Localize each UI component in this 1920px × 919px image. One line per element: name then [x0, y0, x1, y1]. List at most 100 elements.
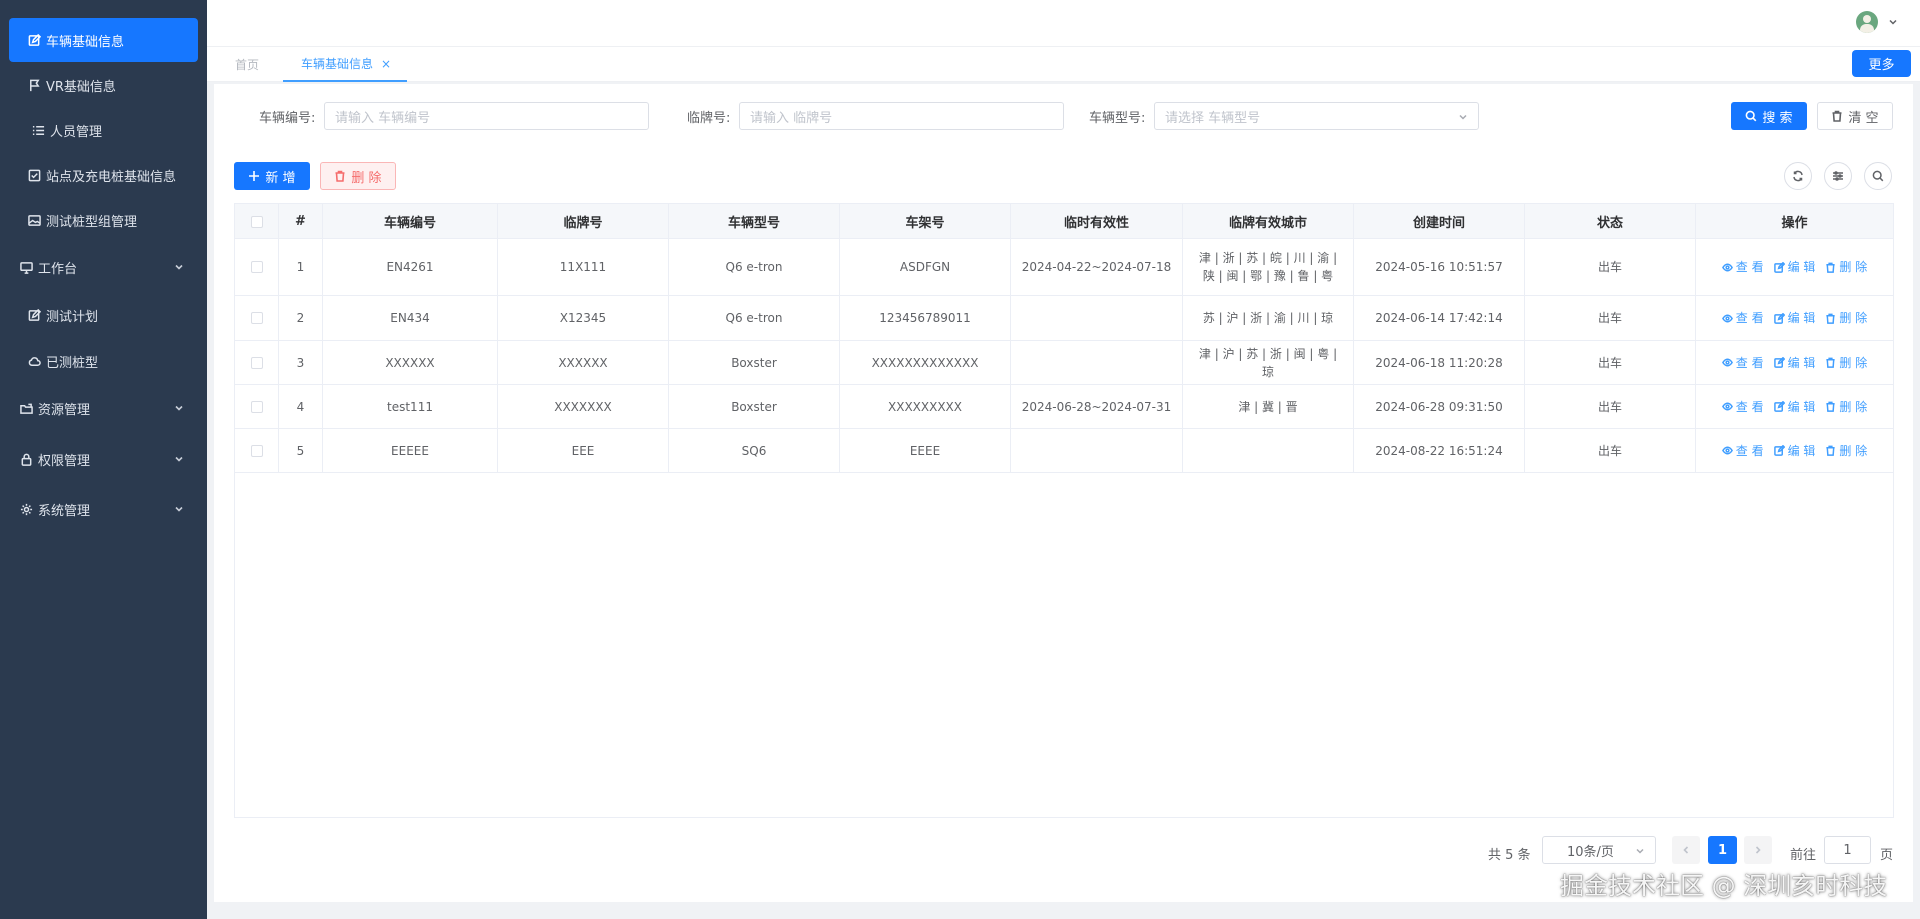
row-select-cell: [235, 385, 279, 428]
view-link[interactable]: 查 看: [1721, 354, 1764, 372]
delete-link[interactable]: 删 除: [1825, 354, 1867, 372]
user-avatar[interactable]: [1856, 11, 1878, 33]
sidebar-item-permissions[interactable]: 权限管理: [9, 437, 198, 481]
toggle-search-button[interactable]: [1864, 162, 1892, 190]
delete-link[interactable]: 删 除: [1825, 398, 1867, 416]
eye-icon: [1721, 446, 1733, 455]
view-link[interactable]: 查 看: [1721, 309, 1764, 327]
checkbox-icon: [26, 167, 42, 183]
cell-created: 2024-06-28 09:31:50: [1354, 385, 1525, 428]
sidebar-item-stations[interactable]: 站点及充电桩基础信息: [9, 153, 198, 197]
vehicle-no-input[interactable]: 请输入 车辆编号: [324, 102, 649, 130]
col-validity: 临时有效性: [1011, 204, 1183, 239]
delete-label: 删 除: [1839, 260, 1868, 274]
column-settings-button[interactable]: [1824, 162, 1852, 190]
prev-page-button[interactable]: [1672, 836, 1700, 864]
cell-created: 2024-05-16 10:51:57: [1354, 239, 1525, 295]
view-link[interactable]: 查 看: [1721, 258, 1764, 276]
table-row: 4 test111 XXXXXXX Boxster XXXXXXXXX 2024…: [235, 385, 1893, 429]
model-placeholder: 请选择 车辆型号: [1165, 110, 1261, 126]
edit-icon: [1773, 312, 1785, 324]
sidebar-item-personnel[interactable]: 人员管理: [9, 108, 198, 152]
row-checkbox[interactable]: [250, 312, 263, 324]
sidebar-item-label: 车辆基础信息: [46, 34, 125, 50]
row-checkbox[interactable]: [250, 261, 263, 273]
edit-label: 编 辑: [1787, 399, 1816, 414]
cell-actions: 查 看 编 辑 删 除: [1696, 296, 1893, 340]
table-row: 3 XXXXXX XXXXXX Boxster XXXXXXXXXXXXX 津 …: [235, 341, 1893, 385]
search-icon: [1872, 170, 1884, 182]
page-number-current[interactable]: 1: [1708, 836, 1737, 864]
select-all-checkbox[interactable]: [250, 215, 263, 228]
tab-vehicle-info[interactable]: 车辆基础信息 ×: [283, 47, 407, 82]
cell-actions: 查 看 编 辑 删 除: [1696, 341, 1893, 384]
sidebar-item-label: 人员管理: [50, 124, 103, 140]
trash-icon: [1826, 313, 1836, 324]
tab-home[interactable]: 首页: [235, 47, 259, 82]
chevron-down-icon: [1458, 111, 1468, 121]
more-button[interactable]: 更多: [1852, 50, 1911, 77]
pagination-total: 共 5 条: [1488, 848, 1531, 863]
tab-active-label: 车辆基础信息: [301, 57, 374, 71]
row-checkbox[interactable]: [250, 356, 263, 369]
cell-vehicle-no: XXXXXX: [323, 341, 498, 384]
cell-vin: XXXXXXXXXXXXX: [840, 341, 1011, 384]
view-link[interactable]: 查 看: [1721, 442, 1764, 460]
close-icon[interactable]: ×: [381, 57, 391, 71]
delete-link[interactable]: 删 除: [1825, 442, 1867, 460]
plate-input[interactable]: 请输入 临牌号: [739, 102, 1064, 130]
refresh-button[interactable]: [1784, 162, 1812, 190]
row-checkbox[interactable]: [250, 444, 263, 457]
chevron-down-icon[interactable]: [1888, 16, 1898, 26]
sidebar-item-tested-piles[interactable]: 已测桩型: [9, 339, 198, 383]
goto-suffix: 页: [1880, 848, 1894, 863]
next-page-button[interactable]: [1744, 836, 1772, 864]
view-link[interactable]: 查 看: [1721, 398, 1764, 416]
trash-icon: [335, 170, 345, 182]
edit-label: 编 辑: [1787, 443, 1816, 458]
goto-prefix: 前往: [1790, 848, 1817, 863]
cell-status: 出车: [1525, 429, 1696, 472]
sidebar-item-vehicle-info[interactable]: 车辆基础信息: [9, 18, 198, 62]
sidebar-item-system[interactable]: 系统管理: [9, 487, 198, 531]
batch-delete-label: 删 除: [351, 170, 382, 186]
cloud-icon: [26, 353, 42, 369]
edit-link[interactable]: 编 辑: [1773, 354, 1815, 372]
cell-validity: 2024-06-28~2024-07-31: [1011, 385, 1183, 428]
row-checkbox[interactable]: [250, 400, 263, 413]
edit-link[interactable]: 编 辑: [1773, 258, 1815, 276]
chevron-down-icon: [174, 453, 184, 463]
watermark: 掘金技术社区 @ 深圳亥时科技: [1560, 872, 1888, 900]
col-vin: 车架号: [840, 204, 1011, 239]
plus-icon: [249, 171, 260, 181]
page-size-select[interactable]: 10条/页: [1542, 836, 1656, 864]
model-select[interactable]: 请选择 车辆型号: [1154, 102, 1479, 130]
add-button[interactable]: 新 增: [234, 162, 310, 190]
sidebar-item-workbench[interactable]: 工作台: [9, 245, 198, 289]
cell-cities: 苏 | 沪 | 浙 | 渝 | 川 | 琼: [1183, 296, 1354, 340]
model-label: 车辆型号:: [1089, 111, 1146, 126]
edit-icon: [1773, 261, 1785, 273]
row-select-cell: [235, 296, 279, 340]
batch-delete-button[interactable]: 删 除: [320, 162, 396, 190]
edit-icon: [1773, 357, 1785, 368]
goto-page-input[interactable]: 1: [1824, 836, 1871, 864]
sidebar-item-vr-info[interactable]: VR基础信息: [9, 63, 198, 107]
search-button[interactable]: 搜 索: [1731, 102, 1807, 130]
edit-link[interactable]: 编 辑: [1773, 398, 1816, 416]
cell-status: 出车: [1525, 341, 1696, 384]
cell-model: Q6 e-tron: [669, 296, 840, 340]
delete-link[interactable]: 删 除: [1825, 258, 1867, 276]
edit-link[interactable]: 编 辑: [1773, 309, 1815, 327]
sidebar-item-resources[interactable]: 资源管理: [9, 386, 198, 430]
delete-link[interactable]: 删 除: [1825, 309, 1867, 327]
sidebar-item-test-pile-groups[interactable]: 测试桩型组管理: [9, 198, 198, 242]
table-row: 5 EEEEE EEE SQ6 EEEE 2024-08-22 16:51:24…: [235, 429, 1893, 473]
chevron-down-icon: [1635, 845, 1645, 855]
sidebar-item-test-plan[interactable]: 测试计划: [9, 293, 198, 337]
cell-actions: 查 看 编 辑 删 除: [1696, 385, 1893, 428]
cell-cities: [1183, 429, 1354, 472]
clear-button[interactable]: 清 空: [1817, 102, 1893, 130]
col-actions: 操作: [1781, 216, 1808, 231]
edit-link[interactable]: 编 辑: [1773, 442, 1816, 460]
